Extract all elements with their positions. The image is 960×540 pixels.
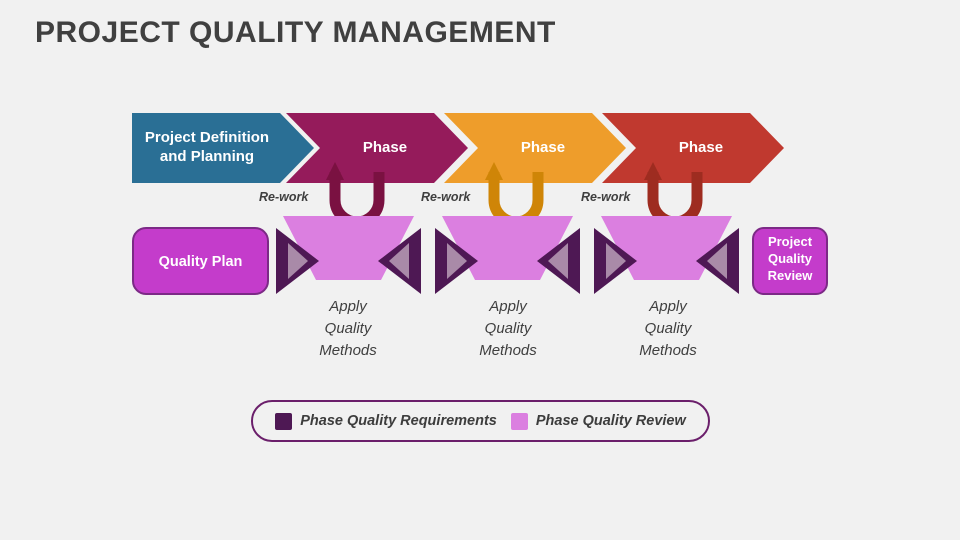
apply-quality-methods-2: Apply Quality Methods (448, 296, 568, 361)
rework-label-1: Re-work (259, 190, 309, 204)
legend-item-requirements[interactable]: Phase Quality Requirements (275, 412, 497, 430)
diagram-legend: Phase Quality Requirements Phase Quality… (251, 400, 710, 442)
apply-1-line1: Apply (329, 298, 367, 315)
apply-2-line1: Apply (489, 298, 527, 315)
project-quality-review-label: Project Quality Review (753, 234, 827, 285)
rework-label-3: Re-work (581, 190, 631, 204)
legend-item-review[interactable]: Phase Quality Review (510, 412, 686, 430)
legend-swatch-review (510, 412, 528, 430)
slide-canvas: PROJECT QUALITY MANAGEMENT Project Defin… (0, 0, 960, 540)
legend-swatch-requirements (275, 412, 293, 430)
chevron-step-1[interactable] (132, 113, 314, 183)
review-box-line1: Project (767, 234, 813, 249)
apply-1-line3: Methods (319, 341, 377, 359)
legend-label-review: Phase Quality Review (535, 413, 686, 429)
apply-2-line3: Methods (479, 341, 537, 359)
apply-quality-methods-1: Apply Quality Methods (288, 296, 408, 361)
apply-quality-methods-3: Apply Quality Methods (608, 296, 728, 361)
review-box-line3: Review (767, 267, 813, 283)
apply-2-line2: Quality (484, 319, 532, 337)
apply-3-line1: Apply (649, 298, 687, 315)
rework-label-2: Re-work (421, 190, 471, 204)
quality-plan-label: Quality Plan (158, 254, 243, 270)
review-box-line2: Quality (767, 250, 813, 266)
legend-label-requirements: Phase Quality Requirements (300, 413, 497, 429)
apply-1-line2: Quality (324, 319, 372, 337)
apply-3-line3: Methods (639, 341, 697, 359)
apply-3-line2: Quality (644, 319, 692, 337)
